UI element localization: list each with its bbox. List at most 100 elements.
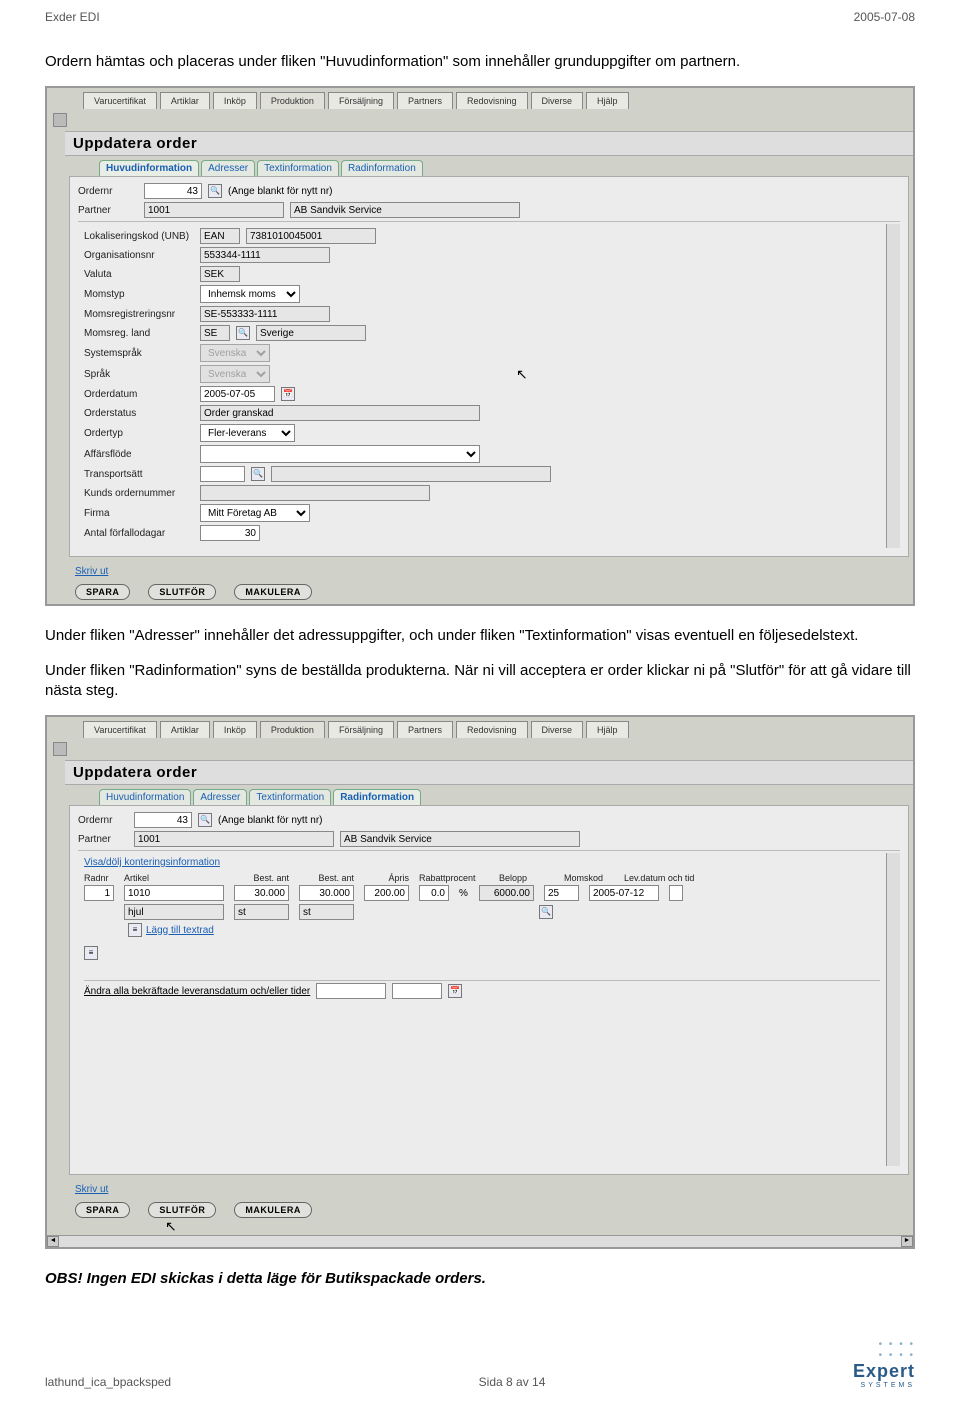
tab-radinfo[interactable]: Radinformation	[333, 789, 421, 805]
input-lok-val	[246, 228, 376, 244]
lbl-valuta: Valuta	[84, 269, 194, 280]
input-forfall[interactable]	[200, 525, 260, 541]
nav-inkop[interactable]: Inköp	[213, 92, 257, 109]
nav-diverse[interactable]: Diverse	[531, 92, 584, 109]
input-andra-datum[interactable]	[316, 983, 386, 999]
nav-partners[interactable]: Partners	[397, 721, 453, 738]
logo: • • • •• • • • Expert SYSTEMS	[853, 1339, 915, 1389]
cell-rabatt-unit: %	[459, 888, 469, 899]
input-orderstatus	[200, 405, 480, 421]
footer-mid: Sida 8 av 14	[479, 1375, 546, 1389]
input-momsreg	[200, 306, 330, 322]
input-partner	[134, 831, 334, 847]
top-nav: Varucertifikat Artiklar Inköp Produktion…	[47, 88, 913, 109]
nav-hjalp[interactable]: Hjälp	[586, 92, 629, 109]
calendar-icon[interactable]: 📅	[281, 387, 295, 401]
makulera-button[interactable]: MAKULERA	[234, 1202, 312, 1218]
nav-varucertifikat[interactable]: Varucertifikat	[83, 721, 157, 738]
tab-adresser[interactable]: Adresser	[193, 789, 247, 805]
lbl-momsland: Momsreg. land	[84, 328, 194, 339]
hdr-bestant: Best. ant	[234, 873, 289, 883]
nav-produktion[interactable]: Produktion	[260, 721, 325, 738]
input-kundord	[200, 485, 430, 501]
cell-extra[interactable]	[669, 885, 683, 901]
input-partner	[144, 202, 284, 218]
select-ordertyp[interactable]: Fler-leverans	[200, 424, 295, 442]
nav-forsaljning[interactable]: Försäljning	[328, 92, 394, 109]
calendar-icon[interactable]: 📅	[448, 984, 462, 998]
cell-bestant[interactable]	[234, 885, 289, 901]
nav-partners[interactable]: Partners	[397, 92, 453, 109]
cell-radnr[interactable]	[84, 885, 114, 901]
tab-adresser[interactable]: Adresser	[201, 160, 255, 176]
hdr-apris: Ápris	[364, 873, 409, 883]
ordernr-note: (Ange blankt för nytt nr)	[228, 186, 333, 197]
select-sysspr: Svenska	[200, 344, 270, 362]
search-icon[interactable]: 🔍	[208, 184, 222, 198]
scrollbar[interactable]	[886, 224, 900, 548]
nav-artiklar[interactable]: Artiklar	[160, 721, 210, 738]
nav-varucertifikat[interactable]: Varucertifikat	[83, 92, 157, 109]
cell-apris[interactable]	[364, 885, 409, 901]
input-ordernr[interactable]	[144, 183, 202, 199]
tab-huvudinfo[interactable]: Huvudinformation	[99, 160, 199, 176]
row-icon[interactable]: ≡	[84, 946, 98, 960]
search-icon[interactable]: 🔍	[539, 905, 553, 919]
select-momstyp[interactable]: Inhemsk moms	[200, 285, 300, 303]
cell-belopp	[479, 885, 534, 901]
slutfor-button[interactable]: SLUTFÖR	[148, 584, 216, 600]
search-icon[interactable]: 🔍	[236, 326, 250, 340]
spara-button[interactable]: SPARA	[75, 584, 130, 600]
paragraph-1: Ordern hämtas och placeras under fliken …	[45, 52, 915, 72]
nav-produktion[interactable]: Produktion	[260, 92, 325, 109]
home-icon[interactable]	[53, 113, 67, 127]
link-visa[interactable]: Visa/dölj konteringsinformation	[84, 857, 220, 868]
input-lok-type	[200, 228, 240, 244]
input-trans[interactable]	[200, 466, 245, 482]
search-icon[interactable]: 🔍	[198, 813, 212, 827]
tab-radinfo[interactable]: Radinformation	[341, 160, 423, 176]
input-orderdatum[interactable]	[200, 386, 275, 402]
page-heading: Uppdatera order	[65, 131, 913, 156]
select-affar[interactable]	[200, 445, 480, 463]
input-ordernr[interactable]	[134, 812, 192, 828]
nav-hjalp[interactable]: Hjälp	[586, 721, 629, 738]
hdr-rabatt: Rabattprocent	[419, 873, 489, 883]
nav-redovisning[interactable]: Redovisning	[456, 92, 528, 109]
cell-bestant2[interactable]	[299, 885, 354, 901]
cell-artikel[interactable]	[124, 885, 224, 901]
input-andra-tid[interactable]	[392, 983, 442, 999]
link-lagg[interactable]: Lägg till textrad	[146, 925, 214, 936]
lbl-andra: Ändra alla bekräftade leveransdatum och/…	[84, 986, 310, 997]
link-skrivut[interactable]: Skriv ut	[65, 563, 118, 580]
input-partner-name	[290, 202, 520, 218]
nav-diverse[interactable]: Diverse	[531, 721, 584, 738]
textrow-icon[interactable]: ≡	[128, 923, 142, 937]
lbl-trans: Transportsätt	[84, 469, 194, 480]
footer-left: lathund_ica_bpacksped	[45, 1375, 171, 1389]
tab-huvudinfo[interactable]: Huvudinformation	[99, 789, 191, 805]
cell-rabatt[interactable]	[419, 885, 449, 901]
top-nav-2: Varucertifikat Artiklar Inköp Produktion…	[47, 717, 913, 738]
lbl-ordernr: Ordernr	[78, 815, 128, 826]
slutfor-button[interactable]: SLUTFÖR	[148, 1202, 216, 1218]
home-icon[interactable]	[53, 742, 67, 756]
makulera-button[interactable]: MAKULERA	[234, 584, 312, 600]
hdr-bestant2: Best. ant	[299, 873, 354, 883]
h-scrollbar[interactable]: ◄►	[47, 1235, 913, 1247]
tab-textinfo[interactable]: Textinformation	[257, 160, 339, 176]
nav-artiklar[interactable]: Artiklar	[160, 92, 210, 109]
tab-textinfo[interactable]: Textinformation	[249, 789, 331, 805]
nav-redovisning[interactable]: Redovisning	[456, 721, 528, 738]
scrollbar[interactable]	[886, 853, 900, 1166]
search-icon[interactable]: 🔍	[251, 467, 265, 481]
doc-date: 2005-07-08	[854, 10, 915, 24]
select-firma[interactable]: Mitt Företag AB	[200, 504, 310, 522]
nav-forsaljning[interactable]: Försäljning	[328, 721, 394, 738]
cell-levdatum[interactable]	[589, 885, 659, 901]
cell-momskod[interactable]	[544, 885, 579, 901]
spara-button[interactable]: SPARA	[75, 1202, 130, 1218]
cursor-icon: ↖	[165, 1218, 177, 1235]
nav-inkop[interactable]: Inköp	[213, 721, 257, 738]
link-skrivut[interactable]: Skriv ut	[65, 1181, 118, 1198]
